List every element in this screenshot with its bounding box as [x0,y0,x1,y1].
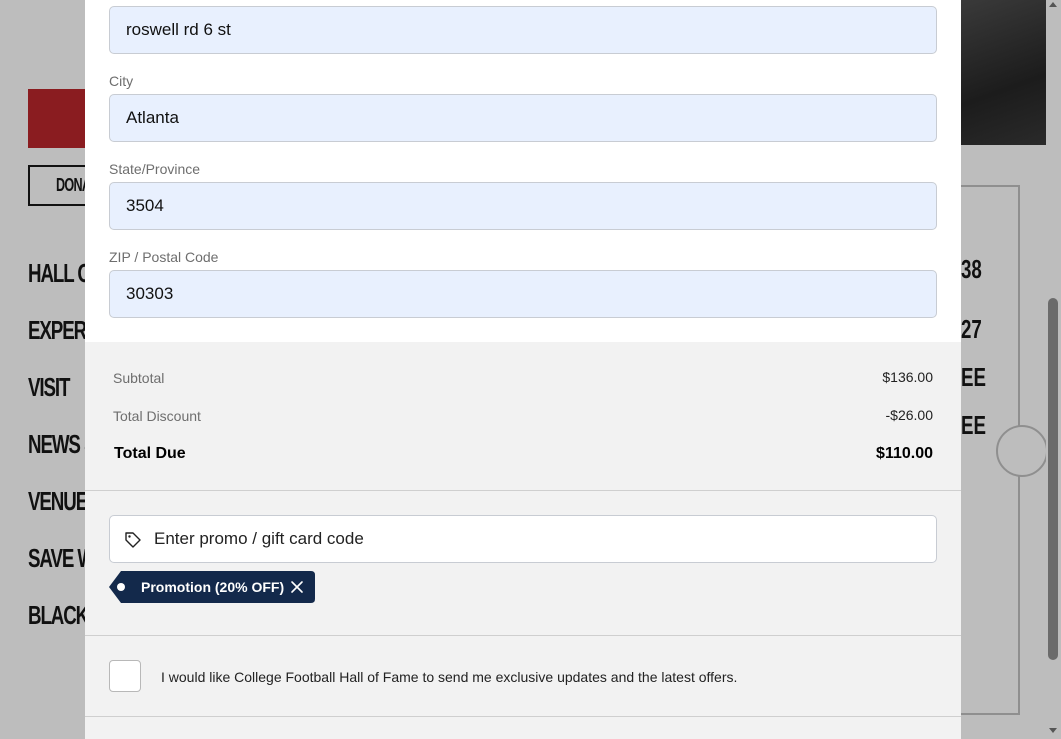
order-summary: Subtotal $136.00 Total Discount -$26.00 … [85,342,961,490]
state-label: State/Province [109,161,201,177]
background-ticket-notch [996,425,1048,477]
page-scrollbar-thumb[interactable] [1048,298,1058,660]
marketing-optin-checkbox[interactable] [109,660,141,692]
applied-promo-label: Promotion (20% OFF) [141,579,285,595]
subtotal-label: Subtotal [113,370,165,386]
background-price-fragment: EE [961,410,986,440]
background-nav-item: VISIT [28,372,70,402]
zip-label: ZIP / Postal Code [109,249,219,265]
checkout-modal: City State/Province ZIP / Postal Code Su… [85,0,961,739]
state-input[interactable] [109,182,937,230]
city-input[interactable] [109,94,937,142]
discount-label: Total Discount [113,408,201,424]
promo-code-input[interactable] [154,516,924,562]
modal-bottom-strip [85,717,961,739]
marketing-optin-text: I would like College Football Hall of Fa… [161,669,738,685]
subtotal-value: $136.00 [882,369,933,385]
city-label: City [109,73,134,89]
promo-input-wrapper[interactable] [109,515,937,563]
total-due-value: $110.00 [876,445,933,462]
background-photo [961,0,1046,145]
background-price-fragment: 27 [961,314,982,344]
street-address-input[interactable] [109,6,937,54]
background-price-fragment: 38 [961,254,982,284]
total-due-label: Total Due [114,445,186,462]
scroll-down-arrow-icon[interactable] [1049,728,1057,733]
promo-section: Promotion (20% OFF) [85,491,961,635]
remove-promo-close-icon[interactable] [290,580,304,594]
discount-value: -$26.00 [885,407,933,423]
marketing-optin-section: I would like College Football Hall of Fa… [85,636,961,716]
background-price-fragment: EE [961,362,986,392]
applied-promo-tag: Promotion (20% OFF) [109,571,315,603]
zip-input[interactable] [109,270,937,318]
scroll-up-arrow-icon[interactable] [1049,2,1057,7]
tag-icon [125,532,141,548]
